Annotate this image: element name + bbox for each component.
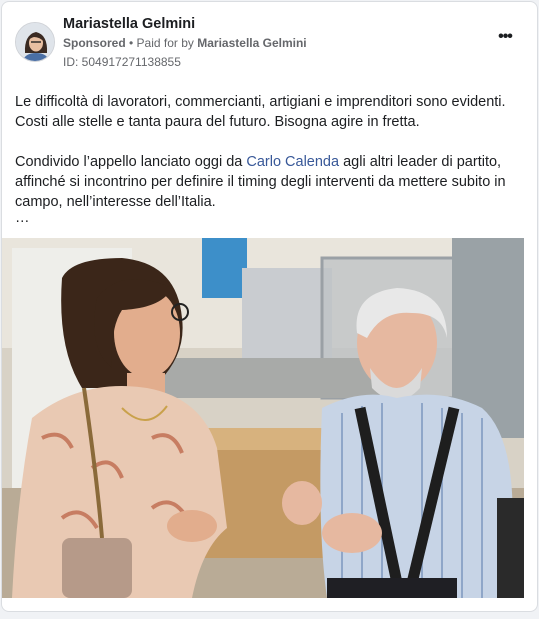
paragraph-2-before: Condivido l’appello lanciato oggi da [15, 154, 247, 170]
post-photo[interactable] [2, 238, 524, 598]
sponsored-meta: Sponsored • Paid for by Mariastella Gelm… [63, 36, 307, 50]
paid-for-name[interactable]: Mariastella Gelmini [197, 36, 306, 50]
avatar-image [16, 23, 54, 61]
factory-conversation-image [2, 238, 524, 598]
sponsored-label[interactable]: Sponsored [63, 36, 126, 50]
post-text: Le difficoltà di lavoratori, commerciant… [15, 92, 530, 232]
paid-for-prefix: • Paid for by [125, 36, 198, 50]
post-paragraph-2: Condivido l’appello lanciato oggi da Car… [15, 152, 530, 212]
post-header: Mariastella Gelmini Sponsored • Paid for… [2, 2, 537, 80]
ad-post-card: Mariastella Gelmini Sponsored • Paid for… [1, 1, 538, 612]
author-avatar[interactable] [15, 22, 55, 62]
see-more-ellipsis[interactable]: … [15, 210, 30, 226]
post-paragraph-1: Le difficoltà di lavoratori, commerciant… [15, 94, 506, 130]
more-horizontal-icon[interactable]: ••• [495, 29, 515, 45]
author-name[interactable]: Mariastella Gelmini [63, 16, 195, 32]
mention-link-carlo-calenda[interactable]: Carlo Calenda [246, 154, 339, 170]
ad-id: ID: 504917271138855 [63, 55, 181, 69]
